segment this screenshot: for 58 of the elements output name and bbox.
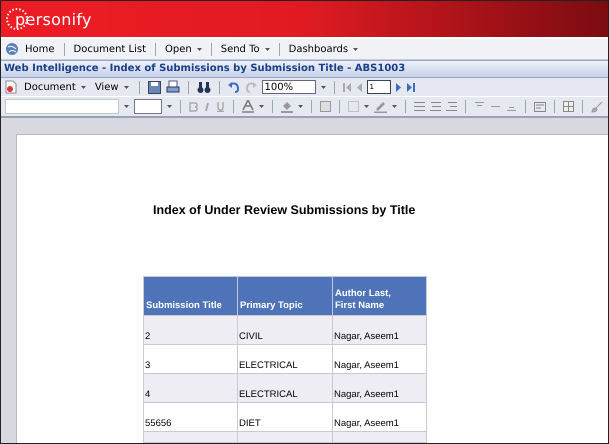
logo-text: personify [15,10,92,29]
table-cell: 55656 [144,402,238,432]
menu-button[interactable]: View [92,82,131,93]
table-cell: ELECTRICAL [238,374,332,402]
caret-icon[interactable] [259,105,264,108]
fill-bucket-icon[interactable] [281,100,293,114]
column-header: Submission Title [144,276,238,316]
column-header: Primary Topic [238,276,332,316]
nav-link[interactable]: Home [23,44,57,55]
caret-icon[interactable] [298,105,303,108]
image-icon[interactable] [320,101,331,112]
caret-icon[interactable] [392,105,397,108]
align-right-icon[interactable] [446,102,457,112]
menu-button[interactable]: Dashboards [286,44,360,55]
table-cell: Nagar, Aseem1 [332,374,426,402]
table-cell: ELECTRICAL [238,344,332,374]
align-center-icon[interactable] [430,102,441,112]
table-cell: Nagar, Aseem1 [332,316,426,344]
binoculars-icon[interactable] [196,80,211,94]
window-title: Web Intelligence - Index of Submissions by Submission Title - ABS1003 [4,63,406,74]
table-cell: Nagar, Aseem1 [332,344,426,374]
table-cell: 3 [144,344,238,374]
caret-icon[interactable] [124,86,129,89]
font-color-icon[interactable] [242,100,254,114]
next-page-icon[interactable] [396,82,402,92]
caret-icon[interactable] [264,48,270,51]
border-icon[interactable] [348,101,359,112]
caret-icon[interactable] [124,105,129,108]
caret-icon[interactable] [364,105,369,108]
wrap-text-icon[interactable] [534,102,546,112]
caret-icon[interactable] [353,48,358,51]
table-cell: Nagar, Aseem1 [332,402,426,432]
table-cell: 4 [144,374,238,402]
table-cell: DIET [238,402,332,432]
menu-button[interactable]: Document [22,82,88,93]
column-header: Author Last, First Name [332,276,426,316]
undo-icon[interactable] [228,81,240,94]
save-icon[interactable] [148,80,161,94]
last-page-icon[interactable] [406,82,415,92]
merge-cells-icon[interactable] [563,101,574,112]
font-size-dropdown[interactable] [134,99,162,114]
report-title: Index of Under Review Submissions by Title [153,203,416,217]
document-icon[interactable] [5,80,17,94]
menu-button[interactable]: Open [163,44,204,55]
caret-icon[interactable] [196,48,202,51]
table-cell: 2 [144,316,238,344]
caret-icon[interactable] [320,86,326,89]
caret-icon[interactable] [167,105,172,108]
nav-link[interactable]: Document List [72,44,148,55]
globe-icon[interactable] [5,42,19,56]
printer-icon[interactable] [166,80,180,94]
brush-icon[interactable] [591,100,603,113]
align-left-icon[interactable] [414,102,425,112]
pen-icon[interactable] [374,100,387,113]
caret-icon[interactable] [80,86,86,89]
menu-button[interactable]: Send To [218,44,272,55]
zoom-dropdown[interactable]: 100% [262,80,316,94]
table-cell: CIVIL [238,316,332,344]
